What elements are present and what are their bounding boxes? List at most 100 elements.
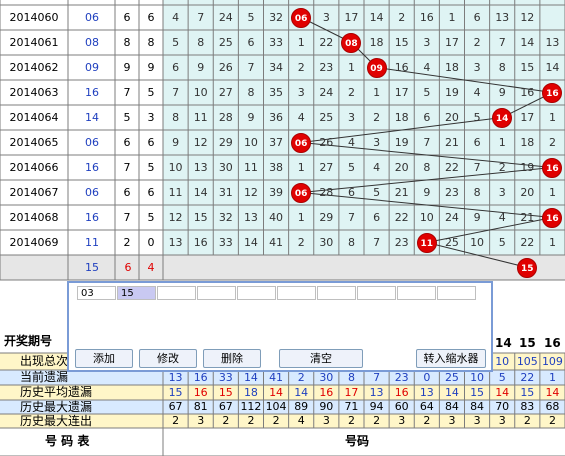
footer-right-label: 号码 <box>345 434 370 448</box>
miss-count: 8 <box>473 186 481 199</box>
miss-count: 1 <box>297 36 305 49</box>
issue-number: 2014065 <box>9 136 59 149</box>
entry-cell[interactable] <box>277 286 316 300</box>
miss-count: 36 <box>269 111 284 124</box>
stat-value: 13 <box>419 386 434 399</box>
stat-value: 2 <box>548 414 556 427</box>
draw-stat-b: 9 <box>147 61 155 74</box>
stat-value: 1 <box>548 371 556 384</box>
miss-count: 7 <box>473 161 481 174</box>
miss-count: 8 <box>197 36 205 49</box>
issue-number: 2014069 <box>9 236 59 249</box>
miss-count: 11 <box>193 111 208 124</box>
entry-cell[interactable] <box>397 286 436 300</box>
entry-cell[interactable] <box>317 286 356 300</box>
stat-value: 13 <box>369 386 384 399</box>
miss-count: 12 <box>520 11 535 24</box>
stat-value: 2 <box>222 414 230 427</box>
miss-count: 19 <box>520 161 535 174</box>
transfer-button[interactable]: 转入缩水器 <box>416 349 486 368</box>
entry-cell[interactable] <box>197 286 236 300</box>
miss-count: 5 <box>473 111 481 124</box>
miss-count: 7 <box>347 211 355 224</box>
miss-count: 14 <box>193 186 208 199</box>
miss-count: 26 <box>319 136 334 149</box>
miss-count: 1 <box>548 236 556 249</box>
stat-value: 67 <box>218 400 233 413</box>
header-col-16: 16 <box>544 336 561 350</box>
miss-count: 16 <box>394 61 409 74</box>
stat-value: 71 <box>344 400 359 413</box>
miss-count: 1 <box>297 211 305 224</box>
issue-number: 2014062 <box>9 61 59 74</box>
entry-cell[interactable] <box>237 286 276 300</box>
miss-count: 25 <box>444 236 459 249</box>
delete-button[interactable]: 删除 <box>203 349 261 368</box>
miss-count: 14 <box>545 61 560 74</box>
entry-cell[interactable] <box>357 286 396 300</box>
miss-count: 27 <box>319 161 334 174</box>
miss-count: 24 <box>319 86 334 99</box>
miss-count: 6 <box>172 61 180 74</box>
header-label: 开奖期号 <box>4 334 53 348</box>
miss-count: 6 <box>473 136 481 149</box>
draw-stat-a: 6 <box>123 186 131 199</box>
miss-count: 15 <box>520 61 535 74</box>
edit-button[interactable]: 修改 <box>139 349 197 368</box>
stat-value: 7 <box>373 371 381 384</box>
miss-count: 20 <box>444 111 459 124</box>
entry-cell[interactable] <box>437 286 476 300</box>
entry-cell[interactable]: 03 <box>77 286 116 300</box>
stat-value: 2 <box>373 414 381 427</box>
miss-count: 29 <box>218 136 233 149</box>
miss-count: 1 <box>548 111 556 124</box>
miss-count: 41 <box>269 236 284 249</box>
stat-value: 33 <box>218 371 233 384</box>
miss-count: 16 <box>193 236 208 249</box>
draw-number: 11 <box>85 236 99 249</box>
miss-count: 14 <box>520 36 535 49</box>
miss-count: 8 <box>498 61 506 74</box>
stat-value: 14 <box>545 386 560 399</box>
entry-cell[interactable] <box>157 286 196 300</box>
draw-stat-a: 6 <box>123 11 131 24</box>
miss-count: 3 <box>423 36 431 49</box>
miss-count: 10 <box>419 211 434 224</box>
stat-value: 16 <box>394 386 409 399</box>
stat-value: 104 <box>265 400 287 413</box>
stat-value: 15 <box>218 386 233 399</box>
miss-count: 3 <box>322 11 330 24</box>
miss-count: 33 <box>269 36 284 49</box>
miss-count: 1 <box>347 61 355 74</box>
miss-count: 17 <box>520 111 535 124</box>
miss-count: 32 <box>218 211 233 224</box>
miss-count: 5 <box>423 86 431 99</box>
miss-count: 5 <box>498 236 506 249</box>
miss-count: 18 <box>394 111 409 124</box>
draw-stat-a: 2 <box>123 236 131 249</box>
miss-count: 6 <box>423 111 431 124</box>
stat-value: 90 <box>319 400 334 413</box>
entry-cell[interactable]: 15 <box>117 286 156 300</box>
hit-ball: 11 <box>416 232 437 253</box>
miss-count: 1 <box>448 11 456 24</box>
stat-value: 10 <box>495 355 510 368</box>
miss-count: 2 <box>498 161 506 174</box>
footer-left-label: 号 码 表 <box>45 434 90 448</box>
stat-value: 14 <box>444 386 459 399</box>
draw-stat-a: 9 <box>123 61 131 74</box>
stat-value: 14 <box>495 386 510 399</box>
stat-value: 2 <box>423 414 431 427</box>
miss-count: 1 <box>297 161 305 174</box>
clear-button[interactable]: 清空 <box>279 349 363 368</box>
add-button[interactable]: 添加 <box>75 349 133 368</box>
miss-count: 11 <box>243 161 258 174</box>
stat-value: 17 <box>344 386 359 399</box>
miss-count: 6 <box>247 36 255 49</box>
miss-count: 37 <box>269 136 284 149</box>
issue-number: 2014064 <box>9 111 59 124</box>
miss-count: 20 <box>520 186 535 199</box>
draw-number: 14 <box>85 111 99 124</box>
stat-value: 89 <box>294 400 309 413</box>
stat-value: 94 <box>369 400 384 413</box>
